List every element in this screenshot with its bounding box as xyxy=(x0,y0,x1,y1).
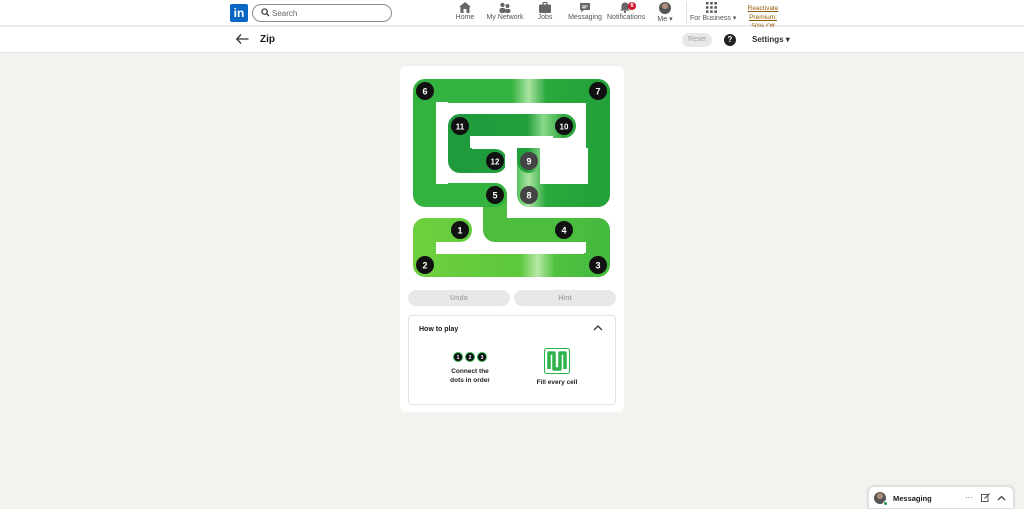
reset-button[interactable]: Reset xyxy=(682,33,712,47)
nav-jobs[interactable]: Jobs xyxy=(536,2,554,24)
nav-me-label: Me xyxy=(657,16,668,23)
rule2-text: Fill every cell xyxy=(536,379,578,386)
dot-2[interactable]: 2 xyxy=(416,256,434,274)
messaging-label: Messaging xyxy=(893,494,932,503)
svg-text:2: 2 xyxy=(422,261,427,271)
settings-button[interactable]: Settings ▾ xyxy=(752,35,790,44)
dot-9[interactable]: 9 xyxy=(520,152,538,170)
zip-board[interactable]: 1 2 3 4 5 6 7 8 9 10 11 12 xyxy=(408,74,616,282)
nav-notifications-label: Notifications xyxy=(607,14,646,21)
hint-button[interactable]: Hint xyxy=(514,290,616,306)
svg-text:3: 3 xyxy=(595,261,600,271)
nav-messaging-label: Messaging xyxy=(568,14,602,21)
dot-7[interactable]: 7 xyxy=(589,82,607,100)
svg-text:1: 1 xyxy=(457,226,462,236)
help-icon[interactable]: ? xyxy=(724,34,736,46)
fill-grid-icon xyxy=(544,348,570,374)
linkedin-logo[interactable]: in xyxy=(230,4,248,22)
rule-dots: 1 2 3 xyxy=(437,352,503,362)
nav-home[interactable]: Home xyxy=(455,2,475,24)
messaging-bar[interactable]: Messaging ··· xyxy=(868,486,1014,509)
nav-for-business-label: For Business xyxy=(690,15,731,22)
compose-icon[interactable] xyxy=(981,493,990,502)
search-icon xyxy=(261,8,270,17)
nav-notifications[interactable]: 6 Notifications xyxy=(607,2,646,24)
svg-text:4: 4 xyxy=(561,226,566,236)
rule1-line2: dots in order xyxy=(450,377,490,384)
search-input[interactable] xyxy=(272,7,382,19)
premium-line1: Reactivate Premium: xyxy=(747,5,779,21)
game-header: Zip Reset ? Settings ▾ xyxy=(0,27,1024,53)
rule-connect-dots: 1 2 3 Connect the dots in order xyxy=(437,352,503,385)
page-title: Zip xyxy=(260,34,275,45)
svg-text:5: 5 xyxy=(492,191,497,201)
svg-text:11: 11 xyxy=(456,123,465,132)
nav-home-label: Home xyxy=(455,14,475,21)
nav-for-business[interactable]: For Business ▾ xyxy=(690,2,736,24)
rule-dot-1: 1 xyxy=(453,352,463,362)
briefcase-icon xyxy=(539,2,551,13)
dot-3[interactable]: 3 xyxy=(589,256,607,274)
avatar xyxy=(659,2,671,14)
online-status-icon xyxy=(883,501,888,506)
chevron-down-icon: ▾ xyxy=(669,16,673,23)
network-icon xyxy=(499,2,511,13)
undo-button[interactable]: Undo xyxy=(408,290,510,306)
nav-jobs-label: Jobs xyxy=(537,14,553,21)
dot-12[interactable]: 12 xyxy=(486,152,504,170)
dot-6[interactable]: 6 xyxy=(416,82,434,100)
message-icon xyxy=(580,3,590,13)
how-to-play-panel: How to play 1 2 3 Connect the dots in or… xyxy=(408,315,616,405)
rule-fill-cells: Fill every cell xyxy=(527,348,587,387)
more-options-icon[interactable]: ··· xyxy=(965,493,973,502)
search-box[interactable] xyxy=(252,4,392,22)
chevron-up-icon[interactable] xyxy=(997,495,1006,501)
nav-me[interactable]: Me ▾ xyxy=(655,2,675,24)
home-icon xyxy=(459,2,471,13)
svg-text:10: 10 xyxy=(560,123,569,132)
dot-5[interactable]: 5 xyxy=(486,186,504,204)
svg-text:9: 9 xyxy=(526,157,531,167)
grid-icon xyxy=(705,2,717,13)
how-to-play-title[interactable]: How to play xyxy=(419,326,458,333)
dot-8[interactable]: 8 xyxy=(520,186,538,204)
svg-text:12: 12 xyxy=(491,158,500,167)
rule-dot-2: 2 xyxy=(465,352,475,362)
svg-text:7: 7 xyxy=(595,87,600,97)
settings-label: Settings xyxy=(752,35,784,44)
rule-dot-3: 3 xyxy=(477,352,487,362)
nav-divider xyxy=(686,2,687,24)
top-nav: in Home My Network Jobs Messaging 6 Noti… xyxy=(0,0,1024,30)
rule1-line1: Connect the xyxy=(451,368,489,375)
svg-text:6: 6 xyxy=(422,87,427,97)
caret-down-icon: ▾ xyxy=(785,35,790,44)
nav-my-network-label: My Network xyxy=(486,14,524,21)
nav-my-network[interactable]: My Network xyxy=(486,2,524,24)
nav-messaging[interactable]: Messaging xyxy=(568,2,602,24)
dot-1[interactable]: 1 xyxy=(451,221,469,239)
notifications-badge: 6 xyxy=(628,2,636,10)
chevron-up-icon[interactable] xyxy=(593,324,603,332)
svg-text:8: 8 xyxy=(526,191,531,201)
dot-4[interactable]: 4 xyxy=(555,221,573,239)
back-arrow-icon[interactable] xyxy=(236,34,249,44)
dot-11[interactable]: 11 xyxy=(451,117,469,135)
dot-10[interactable]: 10 xyxy=(555,117,573,135)
